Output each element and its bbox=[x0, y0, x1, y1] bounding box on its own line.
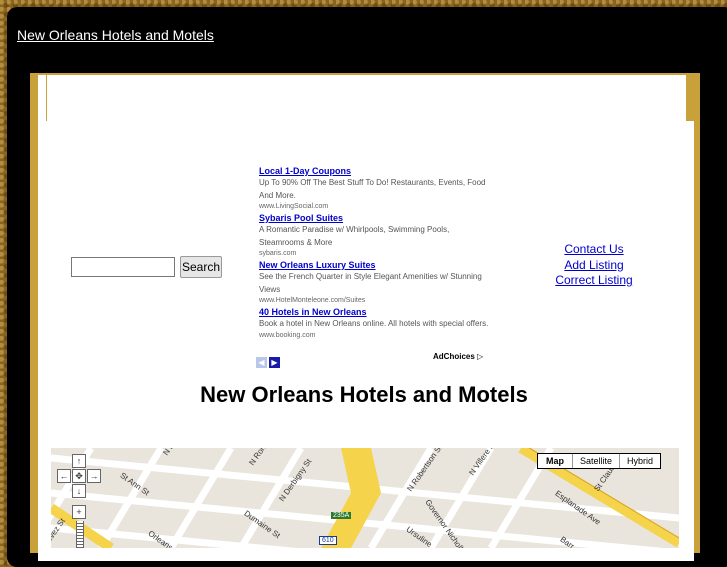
ad-description: See the French Quarter in Style Elegant … bbox=[259, 272, 482, 294]
zoom-slider[interactable] bbox=[76, 521, 84, 548]
ad-description: Up To 90% Off The Best Stuff To Do! Rest… bbox=[259, 178, 486, 200]
correct-listing-link[interactable]: Correct Listing bbox=[554, 273, 634, 289]
map-type-hybrid-button[interactable]: Hybrid bbox=[619, 454, 660, 468]
ad-title-link[interactable]: New Orleans Luxury Suites bbox=[259, 259, 494, 271]
ad-url[interactable]: www.HotelMonteleone.com/Suites bbox=[259, 296, 494, 306]
ad-description: A Romantic Paradise w/ Whirlpools, Swimm… bbox=[259, 225, 450, 247]
highway-shield: 610 bbox=[319, 536, 337, 545]
adchoices-label: AdChoices bbox=[433, 352, 475, 361]
ad-title-link[interactable]: 40 Hotels in New Orleans bbox=[259, 306, 494, 318]
ad-item: New Orleans Luxury Suites See the French… bbox=[259, 259, 494, 306]
ad-url[interactable]: www.LivingSocial.com bbox=[259, 202, 494, 212]
ad-item: Local 1-Day Coupons Up To 90% Off The Be… bbox=[259, 165, 494, 212]
contact-us-link[interactable]: Contact Us bbox=[554, 242, 634, 258]
header-banner bbox=[38, 75, 688, 122]
ad-item: 40 Hotels in New Orleans Book a hotel in… bbox=[259, 306, 494, 341]
ad-url[interactable]: www.booking.com bbox=[259, 331, 494, 341]
add-listing-link[interactable]: Add Listing bbox=[554, 258, 634, 274]
ad-pager: ◀ ▶ bbox=[256, 352, 282, 370]
site-title-link[interactable]: New Orleans Hotels and Motels bbox=[17, 27, 214, 43]
pan-down-icon[interactable]: ↓ bbox=[72, 484, 86, 498]
ad-url[interactable]: sybaris.com bbox=[259, 249, 494, 259]
ad-block: Local 1-Day Coupons Up To 90% Off The Be… bbox=[259, 165, 494, 341]
ad-description: Book a hotel in New Orleans online. All … bbox=[259, 319, 489, 328]
ad-title-link[interactable]: Local 1-Day Coupons bbox=[259, 165, 494, 177]
map-type-satellite-button[interactable]: Satellite bbox=[572, 454, 619, 468]
pan-right-icon[interactable]: → bbox=[87, 469, 101, 483]
action-links: Contact Us Add Listing Correct Listing bbox=[554, 242, 634, 289]
search-input[interactable] bbox=[71, 257, 175, 277]
map[interactable]: St Ann St N Johnson N Roman St N Derbign… bbox=[51, 448, 679, 548]
page-title: New Orleans Hotels and Motels bbox=[200, 382, 528, 407]
adchoices-link[interactable]: AdChoices ▷ bbox=[433, 352, 483, 361]
map-type-control: Map Satellite Hybrid bbox=[537, 453, 662, 469]
divider bbox=[686, 75, 688, 121]
chevron-left-icon[interactable]: ◀ bbox=[256, 357, 267, 368]
zoom-in-icon[interactable]: + bbox=[72, 505, 86, 519]
pan-left-icon[interactable]: ← bbox=[57, 469, 71, 483]
search-button[interactable]: Search bbox=[180, 256, 222, 278]
ad-item: Sybaris Pool Suites A Romantic Paradise … bbox=[259, 212, 494, 259]
highway-shield: 235A bbox=[331, 512, 352, 519]
map-type-map-button[interactable]: Map bbox=[538, 454, 572, 468]
ad-title-link[interactable]: Sybaris Pool Suites bbox=[259, 212, 494, 224]
divider bbox=[46, 75, 47, 121]
pan-up-icon[interactable]: ↑ bbox=[72, 454, 86, 468]
adchoices-triangle-icon: ▷ bbox=[477, 352, 484, 361]
pan-center-icon[interactable]: ✥ bbox=[72, 469, 86, 483]
chevron-right-icon[interactable]: ▶ bbox=[269, 357, 280, 368]
